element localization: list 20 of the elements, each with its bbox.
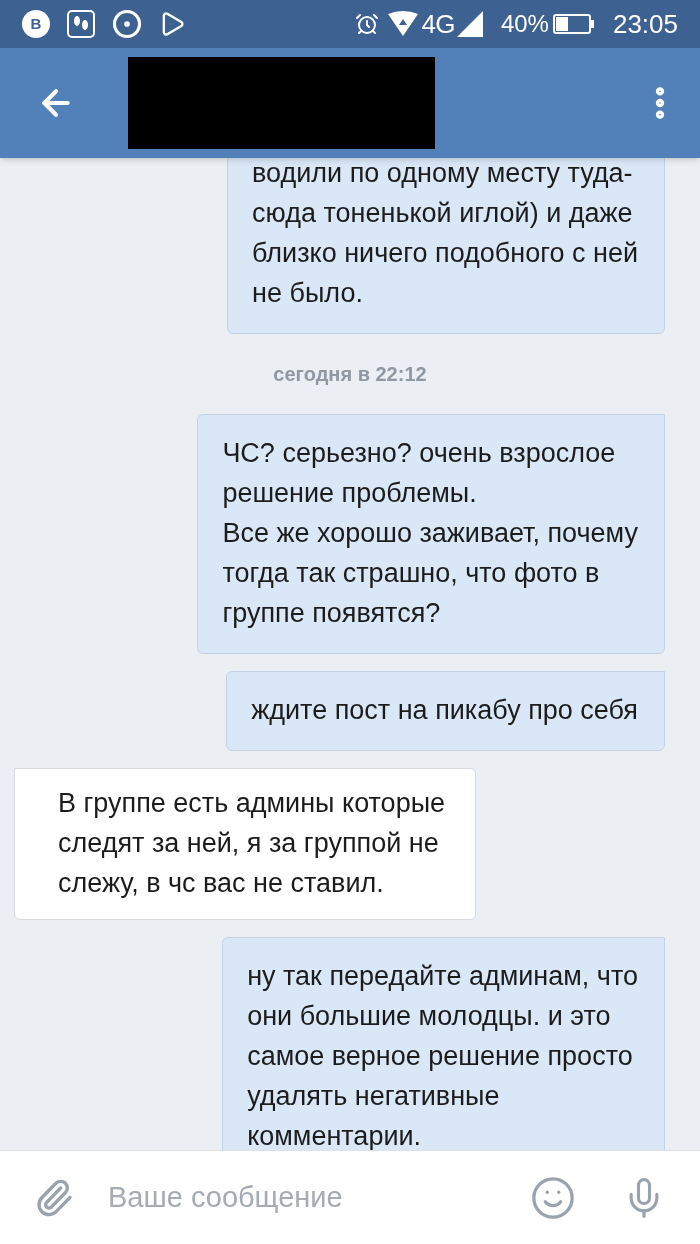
footprints-icon — [66, 9, 96, 39]
battery-percent: 40% — [500, 9, 549, 39]
composer-bar[interactable]: Ваше сообщение — [0, 1150, 700, 1244]
wifi-icon — [387, 11, 420, 37]
record-icon — [112, 9, 142, 39]
outgoing-message: ну так передайте админам, что они большие молодцы. и это самое верное решение просто удалять негативные комментарии. — [222, 937, 665, 1150]
outgoing-message: ждите пост на пикабу про себя — [226, 671, 665, 751]
message-input[interactable]: Ваше сообщение — [108, 1175, 530, 1220]
incoming-message: В группе есть админы которые следят за ней, я за группой не слежу, в чс вас не ставил. — [14, 768, 477, 920]
outgoing-message: водили по одному месту туда- сюда тоненькой иглой) и даже близко ничего подобного с ней не было. — [227, 158, 665, 334]
emoji-icon[interactable] — [530, 1174, 576, 1221]
clock: 23:05 — [612, 7, 678, 41]
signal-icon — [456, 11, 483, 37]
vk-badge-icon: В — [22, 10, 50, 38]
battery-icon — [552, 14, 595, 34]
outgoing-message: ЧС? серьезно? очень взрослое решение проблемы. Все же хорошо заживает, почему тогда так страшно, что фото в группе появятся? — [197, 414, 665, 654]
network-type: 4G — [421, 7, 455, 41]
alarm-icon — [355, 12, 380, 36]
date-separator: сегодня в 22:12 — [273, 362, 427, 387]
attach-icon[interactable] — [34, 1177, 74, 1218]
